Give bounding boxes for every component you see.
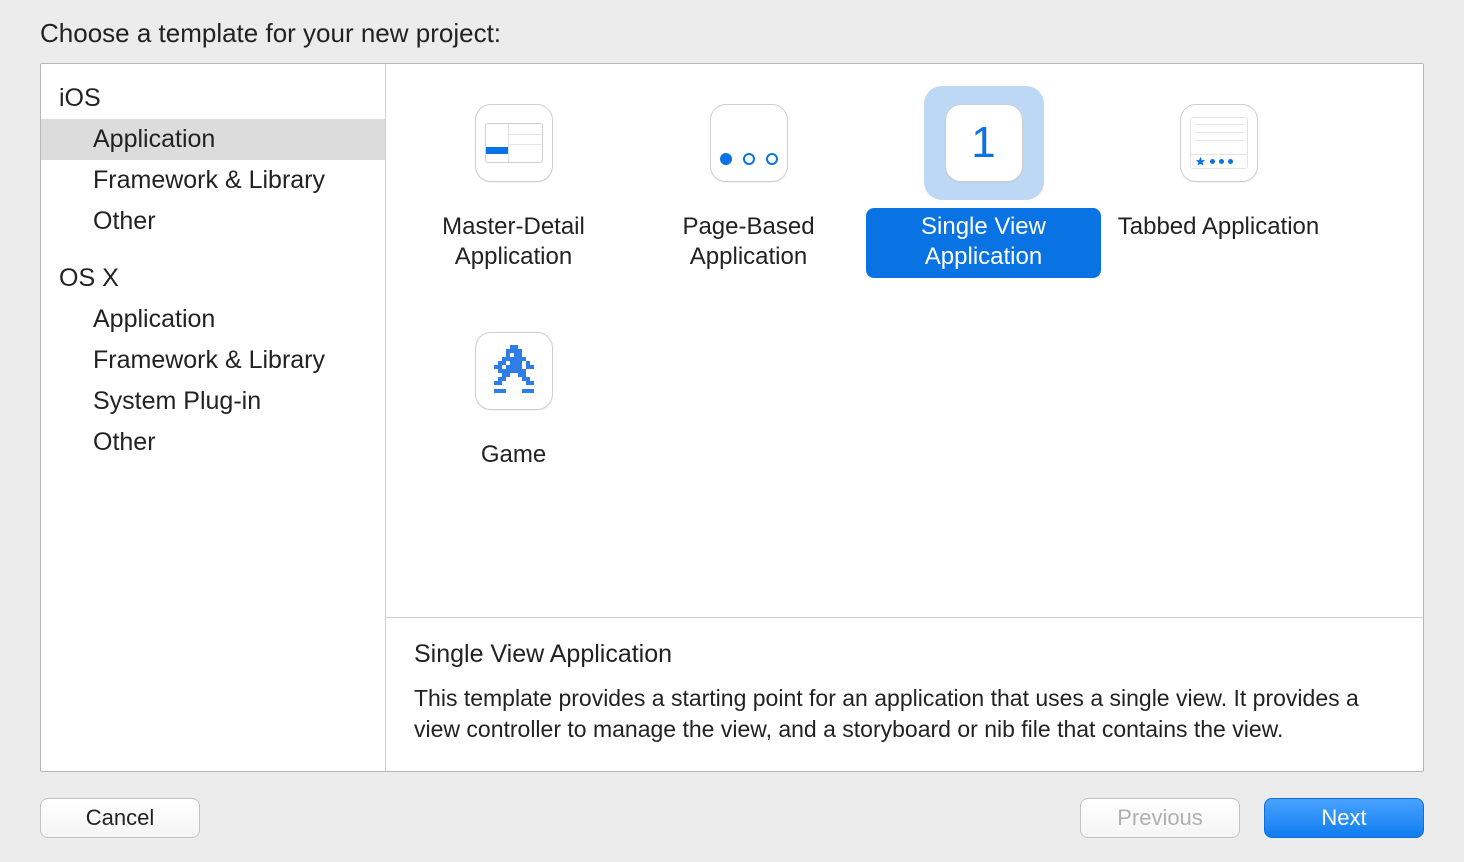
content-box: iOS Application Framework & Library Othe… bbox=[40, 63, 1424, 772]
page-based-icon bbox=[710, 104, 788, 182]
template-label: Game bbox=[469, 436, 558, 476]
template-tabbed[interactable]: Tabbed Application bbox=[1101, 74, 1336, 278]
sidebar-header-ios: iOS bbox=[41, 78, 385, 119]
template-chooser-sheet: Choose a template for your new project: … bbox=[0, 0, 1464, 862]
template-single-view[interactable]: 1 Single View Application bbox=[866, 74, 1101, 278]
sidebar-item-ios-application[interactable]: Application bbox=[41, 119, 385, 160]
template-icon-wrap bbox=[454, 86, 574, 200]
right-panel: Master-Detail Application Page-Based App… bbox=[386, 64, 1423, 771]
single-view-icon: 1 bbox=[945, 104, 1023, 182]
sidebar: iOS Application Framework & Library Othe… bbox=[41, 64, 386, 771]
template-label: Tabbed Application bbox=[1106, 208, 1332, 248]
description-body: This template provides a starting point … bbox=[414, 683, 1395, 745]
template-label: Page-Based Application bbox=[631, 208, 866, 278]
tabbed-icon bbox=[1180, 104, 1258, 182]
template-page-based[interactable]: Page-Based Application bbox=[631, 74, 866, 278]
prompt-label: Choose a template for your new project: bbox=[40, 18, 1424, 49]
template-icon-wrap bbox=[689, 86, 809, 200]
template-game[interactable]: Game bbox=[396, 302, 631, 476]
master-detail-icon bbox=[475, 104, 553, 182]
sidebar-item-osx-framework-library[interactable]: Framework & Library bbox=[41, 340, 385, 381]
template-description: Single View Application This template pr… bbox=[386, 617, 1423, 771]
next-button[interactable]: Next bbox=[1264, 798, 1424, 838]
template-label: Master-Detail Application bbox=[396, 208, 631, 278]
template-label: Single View Application bbox=[866, 208, 1101, 278]
template-icon-wrap bbox=[454, 314, 574, 428]
template-icon-wrap: 1 bbox=[924, 86, 1044, 200]
footer: Cancel Previous Next bbox=[40, 772, 1424, 838]
sidebar-item-ios-framework-library[interactable]: Framework & Library bbox=[41, 160, 385, 201]
sidebar-item-osx-system-plugin[interactable]: System Plug-in bbox=[41, 381, 385, 422]
template-grid: Master-Detail Application Page-Based App… bbox=[386, 64, 1423, 617]
sidebar-item-osx-other[interactable]: Other bbox=[41, 422, 385, 463]
template-master-detail[interactable]: Master-Detail Application bbox=[396, 74, 631, 278]
sidebar-item-ios-other[interactable]: Other bbox=[41, 201, 385, 242]
description-title: Single View Application bbox=[414, 640, 1395, 669]
previous-button[interactable]: Previous bbox=[1080, 798, 1240, 838]
sidebar-header-osx: OS X bbox=[41, 258, 385, 299]
template-icon-wrap bbox=[1159, 86, 1279, 200]
game-icon bbox=[475, 332, 553, 410]
cancel-button[interactable]: Cancel bbox=[40, 798, 200, 838]
sidebar-item-osx-application[interactable]: Application bbox=[41, 299, 385, 340]
